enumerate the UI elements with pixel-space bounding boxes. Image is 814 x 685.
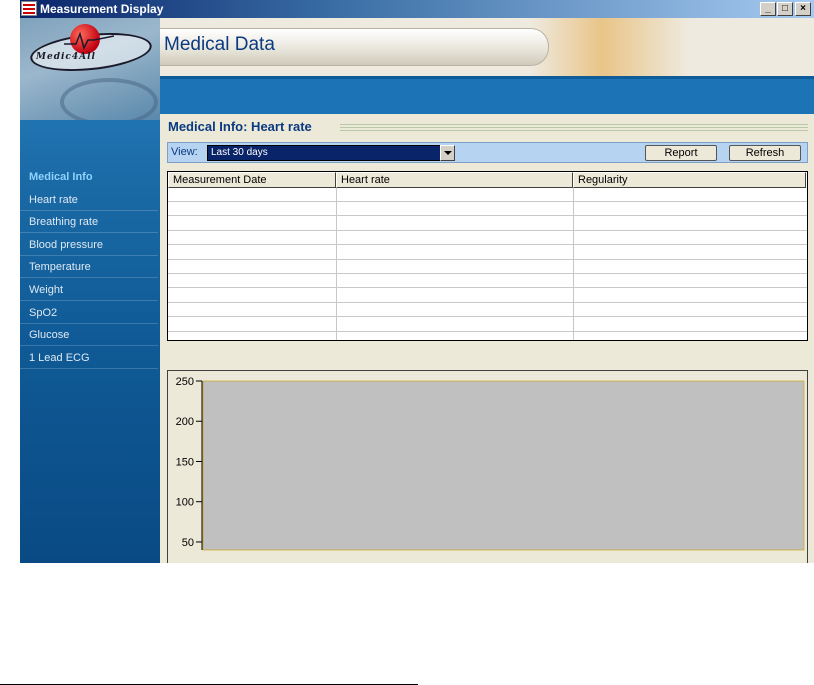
sidebar-item-blood-pressure[interactable]: Blood pressure [20, 234, 158, 256]
table-row[interactable] [168, 289, 807, 303]
sidebar-item-weight[interactable]: Weight [20, 279, 158, 301]
title-bar[interactable]: Measurement Display _ □ × [20, 0, 814, 18]
report-button[interactable]: Report [645, 145, 717, 161]
maximize-button[interactable]: □ [777, 2, 793, 16]
main-content: Medical Info: Heart rate View: Last 30 d… [160, 114, 814, 563]
page-header: Medical Data [160, 18, 814, 76]
chart-svg: 50 100 150 200 250 [176, 376, 805, 551]
y-tick-label: 100 [176, 497, 194, 509]
sidebar: Medic4All Medical Info Heart rate Breathin… [20, 18, 160, 563]
sidebar-item-glucose[interactable]: Glucose [20, 324, 158, 347]
sidebar-item-1-lead-ecg[interactable]: 1 Lead ECG [20, 347, 158, 369]
window-title: Measurement Display [40, 2, 164, 16]
measurement-table[interactable]: Measurement Date Heart rate Regularity [167, 171, 808, 341]
y-tick-label: 50 [182, 537, 194, 549]
sidebar-item-breathing-rate[interactable]: Breathing rate [20, 211, 158, 234]
close-button[interactable]: × [795, 2, 811, 16]
column-header-regularity[interactable]: Regularity [573, 172, 806, 188]
view-select[interactable]: Last 30 days [207, 145, 455, 161]
heartbeat-wave-icon [64, 31, 114, 50]
table-row[interactable] [168, 246, 807, 260]
column-header-measurement-date[interactable]: Measurement Date [168, 172, 336, 188]
view-toolbar: View: Last 30 days Report Refresh [167, 142, 808, 163]
table-row[interactable] [168, 332, 807, 340]
sidebar-item-temperature[interactable]: Temperature [20, 256, 158, 279]
sidebar-item-heart-rate[interactable]: Heart rate [20, 189, 158, 211]
table-row[interactable] [168, 303, 807, 318]
view-select-value: Last 30 days [211, 147, 268, 158]
table-row[interactable] [168, 318, 807, 332]
table-row[interactable] [168, 217, 807, 231]
y-tick-label: 250 [176, 376, 194, 388]
column-header-heart-rate[interactable]: Heart rate [336, 172, 573, 188]
refresh-button[interactable]: Refresh [729, 145, 801, 161]
chevron-down-icon[interactable] [440, 145, 455, 161]
stethoscope-graphic [60, 78, 158, 120]
table-row[interactable] [168, 260, 807, 274]
y-tick-label: 150 [176, 456, 194, 468]
table-row[interactable] [168, 188, 807, 202]
view-label: View: [171, 146, 198, 158]
logo-text: Medic4All [36, 52, 96, 62]
measurement-display-window: Measurement Display _ □ × Medic4All Medi… [20, 0, 814, 563]
section-title: Medical Info: Heart rate [168, 119, 312, 134]
sidebar-item-medical-info[interactable]: Medical Info [20, 166, 158, 188]
y-tick-label: 200 [176, 416, 194, 428]
minimize-button[interactable]: _ [760, 2, 776, 16]
plot-area [202, 380, 805, 551]
heart-rate-chart: 50 100 150 200 250 [167, 370, 808, 563]
table-row[interactable] [168, 231, 807, 246]
page-title: Medical Data [164, 34, 275, 55]
sidebar-item-spo2[interactable]: SpO2 [20, 302, 158, 324]
header-band [160, 76, 814, 117]
section-divider [340, 124, 808, 132]
table-row[interactable] [168, 202, 807, 217]
logo: Medic4All [20, 18, 160, 120]
header-glow [530, 18, 690, 76]
app-icon [21, 1, 37, 16]
table-row[interactable] [168, 274, 807, 289]
